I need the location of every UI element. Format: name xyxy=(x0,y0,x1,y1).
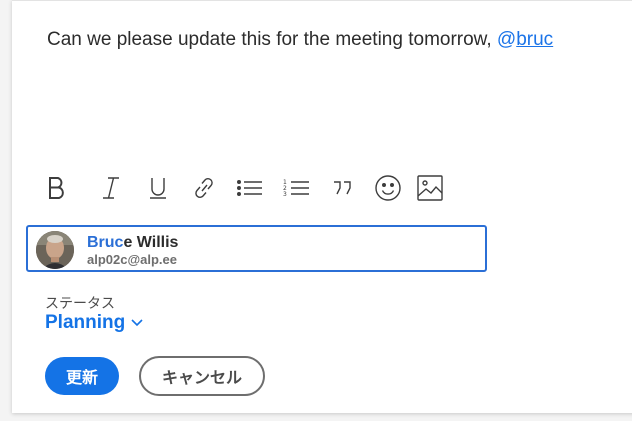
bullet-list-icon xyxy=(237,180,262,196)
image-icon xyxy=(417,175,443,201)
user-avatar-image xyxy=(36,231,74,269)
comment-text: Can we please update this for the meetin… xyxy=(47,29,497,50)
comment-editor-card: Can we please update this for the meetin… xyxy=(12,0,632,413)
comment-text-area[interactable]: Can we please update this for the meetin… xyxy=(47,29,553,51)
status-dropdown[interactable]: Planning xyxy=(45,312,143,334)
underline-button[interactable] xyxy=(141,171,175,205)
update-button[interactable]: 更新 xyxy=(45,357,119,395)
suggestion-name-rest: e Willis xyxy=(123,234,179,251)
suggestion-email: alp02c@alp.ee xyxy=(87,252,178,267)
image-button[interactable] xyxy=(413,171,447,205)
mention-query: bruc xyxy=(516,29,554,50)
link-icon xyxy=(195,177,213,199)
suggestion-name: Bruce Willis xyxy=(87,234,178,252)
bold-icon xyxy=(49,177,64,199)
mention-suggestion-item[interactable]: Bruce Willis alp02c@alp.ee xyxy=(26,225,487,272)
quote-icon xyxy=(334,181,351,195)
chevron-down-icon xyxy=(131,319,143,327)
mention-at-sign: @ xyxy=(496,29,517,50)
bold-button[interactable] xyxy=(40,171,74,205)
emoji-icon xyxy=(375,175,401,201)
status-label: ステータス xyxy=(45,296,115,312)
italic-button[interactable] xyxy=(94,171,128,205)
suggestion-name-match: Bruc xyxy=(87,234,124,251)
status-value: Planning xyxy=(45,312,126,333)
quote-button[interactable] xyxy=(326,171,360,205)
avatar xyxy=(36,231,74,269)
underline-icon xyxy=(150,178,166,199)
link-button[interactable] xyxy=(187,171,221,205)
mention-token: @bruc xyxy=(497,29,553,50)
svg-text:3: 3 xyxy=(283,191,287,198)
cancel-button[interactable]: キャンセル xyxy=(139,356,265,396)
numbered-list-button[interactable]: 1 2 3 xyxy=(280,171,314,205)
italic-icon xyxy=(103,177,119,199)
bullet-list-button[interactable] xyxy=(233,171,267,205)
numbered-list-icon: 1 2 3 xyxy=(283,179,309,198)
emoji-button[interactable] xyxy=(371,171,405,205)
